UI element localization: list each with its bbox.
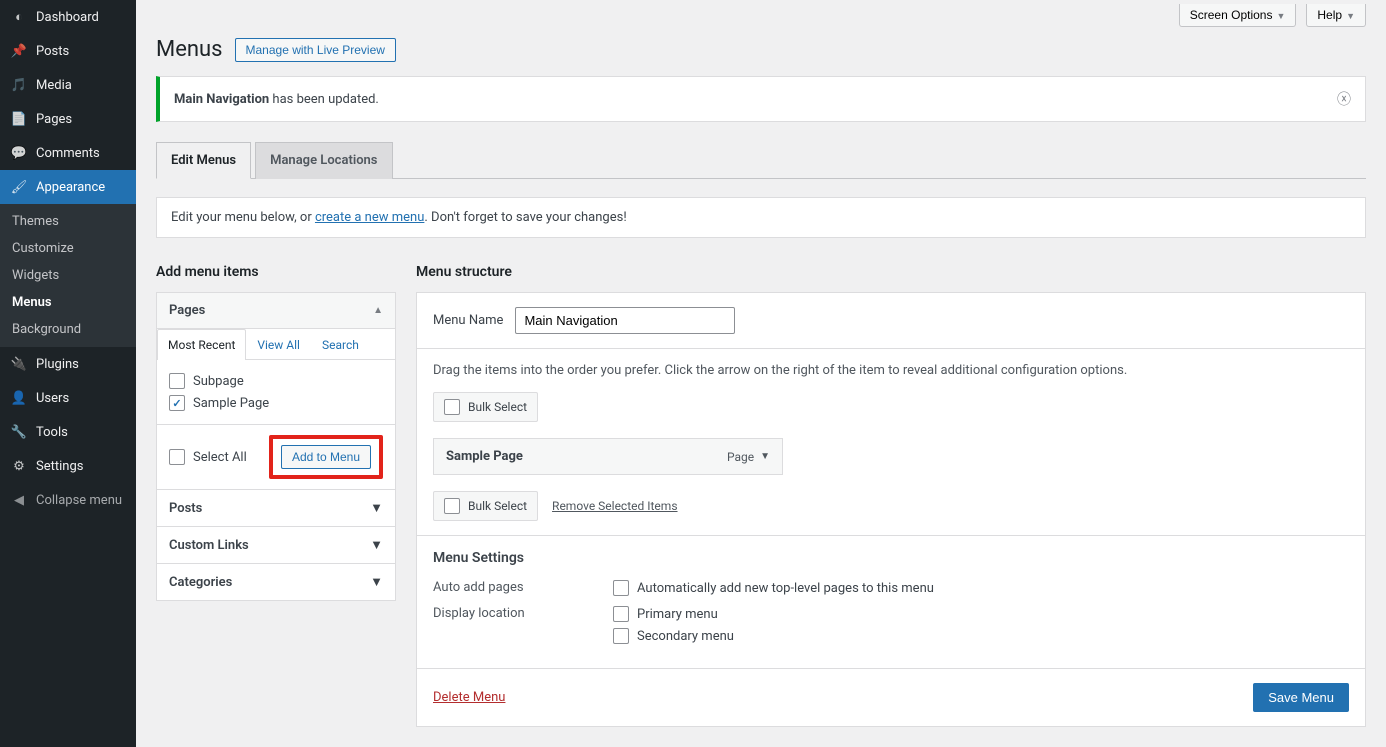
menu-name-input[interactable] bbox=[515, 307, 735, 334]
triangle-down-icon: ▼ bbox=[760, 451, 770, 462]
create-new-menu-link[interactable]: create a new menu bbox=[315, 210, 424, 225]
checkbox[interactable] bbox=[444, 399, 460, 415]
collapse-icon: ◀ bbox=[10, 491, 28, 509]
appearance-submenu: Themes Customize Widgets Menus Backgroun… bbox=[0, 204, 136, 347]
checkbox[interactable] bbox=[613, 580, 629, 596]
dashboard-icon: ◐ bbox=[10, 8, 28, 26]
notice-success: Main Navigation has been updated. ⓧ bbox=[156, 76, 1366, 122]
triangle-up-icon: ▲ bbox=[373, 305, 383, 316]
subtab-search[interactable]: Search bbox=[311, 329, 370, 360]
checkbox[interactable] bbox=[444, 498, 460, 514]
accordion-pages-toggle[interactable]: Pages▲ bbox=[157, 293, 395, 329]
screen-meta: Screen Options▼ Help▼ bbox=[156, 0, 1366, 37]
tool-icon: 🔧 bbox=[10, 423, 28, 441]
subtab-view-all[interactable]: View All bbox=[246, 329, 311, 360]
dismiss-icon[interactable]: ⓧ bbox=[1337, 89, 1351, 109]
sidebar-item-posts[interactable]: 📌Posts bbox=[0, 34, 136, 68]
sidebar-item-media[interactable]: 🎵Media bbox=[0, 68, 136, 102]
location-checkbox-primary[interactable]: Primary menu bbox=[613, 606, 734, 622]
menu-item-handle[interactable]: Sample Page Page▼ bbox=[433, 438, 783, 475]
triangle-down-icon: ▼ bbox=[370, 500, 383, 516]
bulk-select-top[interactable]: Bulk Select bbox=[433, 392, 538, 422]
select-all-row[interactable]: Select All bbox=[169, 446, 247, 468]
accordion-posts-toggle[interactable]: Posts▼ bbox=[156, 490, 396, 527]
menu-item-title: Sample Page bbox=[446, 449, 523, 464]
tab-edit-menus[interactable]: Edit Menus bbox=[156, 142, 251, 179]
pin-icon: 📌 bbox=[10, 42, 28, 60]
accordion-custom-links-toggle[interactable]: Custom Links▼ bbox=[156, 527, 396, 564]
accordion-pages: Pages▲ Most Recent View All Search Subpa… bbox=[156, 292, 396, 490]
brush-icon: 🖌 bbox=[10, 178, 28, 196]
add-items-heading: Add menu items bbox=[156, 264, 396, 280]
help-button[interactable]: Help▼ bbox=[1306, 4, 1366, 27]
subtab-most-recent[interactable]: Most Recent bbox=[157, 329, 246, 360]
caret-down-icon: ▼ bbox=[1276, 11, 1285, 21]
sidebar-item-users[interactable]: 👤Users bbox=[0, 381, 136, 415]
menu-structure-heading: Menu structure bbox=[416, 264, 1366, 280]
save-menu-button[interactable]: Save Menu bbox=[1253, 683, 1349, 712]
menu-panel: Menu Name Drag the items into the order … bbox=[416, 292, 1366, 727]
submenu-customize[interactable]: Customize bbox=[0, 235, 136, 262]
highlight-annotation: Add to Menu bbox=[269, 435, 383, 479]
submenu-themes[interactable]: Themes bbox=[0, 208, 136, 235]
page-checkbox-row[interactable]: Sample Page bbox=[169, 392, 383, 414]
page-title: Menus bbox=[156, 37, 223, 62]
auto-add-label: Auto add pages bbox=[433, 580, 613, 596]
checkbox[interactable] bbox=[169, 373, 185, 389]
auto-add-checkbox-row[interactable]: Automatically add new top-level pages to… bbox=[613, 580, 934, 596]
info-box: Edit your menu below, or create a new me… bbox=[156, 197, 1366, 238]
triangle-down-icon: ▼ bbox=[370, 574, 383, 590]
caret-down-icon: ▼ bbox=[1346, 11, 1355, 21]
submenu-menus[interactable]: Menus bbox=[0, 289, 136, 316]
checkbox[interactable] bbox=[169, 449, 185, 465]
notice-strong: Main Navigation bbox=[174, 92, 269, 107]
add-to-menu-button[interactable]: Add to Menu bbox=[281, 445, 371, 469]
sidebar-item-plugins[interactable]: 🔌Plugins bbox=[0, 347, 136, 381]
drag-instructions: Drag the items into the order you prefer… bbox=[433, 363, 1349, 378]
sidebar-item-dashboard[interactable]: ◐Dashboard bbox=[0, 0, 136, 34]
comment-icon: 💬 bbox=[10, 144, 28, 162]
submenu-widgets[interactable]: Widgets bbox=[0, 262, 136, 289]
sidebar-item-tools[interactable]: 🔧Tools bbox=[0, 415, 136, 449]
nav-tabs: Edit Menus Manage Locations bbox=[156, 142, 1366, 179]
checkbox[interactable] bbox=[169, 395, 185, 411]
main-content: Screen Options▼ Help▼ Menus Manage with … bbox=[136, 0, 1386, 747]
sidebar-item-appearance[interactable]: 🖌Appearance bbox=[0, 170, 136, 204]
display-location-label: Display location bbox=[433, 606, 613, 644]
page-icon: 📄 bbox=[10, 110, 28, 128]
notice-text: has been updated. bbox=[269, 92, 379, 107]
triangle-down-icon: ▼ bbox=[370, 537, 383, 553]
user-icon: 👤 bbox=[10, 389, 28, 407]
menu-name-label: Menu Name bbox=[433, 313, 503, 328]
remove-selected-link[interactable]: Remove Selected Items bbox=[552, 499, 677, 513]
sidebar-item-settings[interactable]: ⚙Settings bbox=[0, 449, 136, 483]
sidebar-item-comments[interactable]: 💬Comments bbox=[0, 136, 136, 170]
sidebar-item-pages[interactable]: 📄Pages bbox=[0, 102, 136, 136]
location-checkbox-secondary[interactable]: Secondary menu bbox=[613, 628, 734, 644]
menu-settings-heading: Menu Settings bbox=[433, 550, 1349, 566]
settings-icon: ⚙ bbox=[10, 457, 28, 475]
checkbox[interactable] bbox=[613, 606, 629, 622]
submenu-background[interactable]: Background bbox=[0, 316, 136, 343]
accordion-categories-toggle[interactable]: Categories▼ bbox=[156, 564, 396, 601]
admin-sidebar: ◐Dashboard 📌Posts 🎵Media 📄Pages 💬Comment… bbox=[0, 0, 136, 747]
page-checkbox-row[interactable]: Subpage bbox=[169, 370, 383, 392]
plugin-icon: 🔌 bbox=[10, 355, 28, 373]
checkbox[interactable] bbox=[613, 628, 629, 644]
tab-manage-locations[interactable]: Manage Locations bbox=[255, 142, 392, 179]
delete-menu-link[interactable]: Delete Menu bbox=[433, 690, 505, 705]
screen-options-button[interactable]: Screen Options▼ bbox=[1179, 4, 1297, 27]
bulk-select-bottom[interactable]: Bulk Select bbox=[433, 491, 538, 521]
collapse-menu[interactable]: ◀Collapse menu bbox=[0, 483, 136, 517]
live-preview-button[interactable]: Manage with Live Preview bbox=[235, 38, 396, 62]
media-icon: 🎵 bbox=[10, 76, 28, 94]
